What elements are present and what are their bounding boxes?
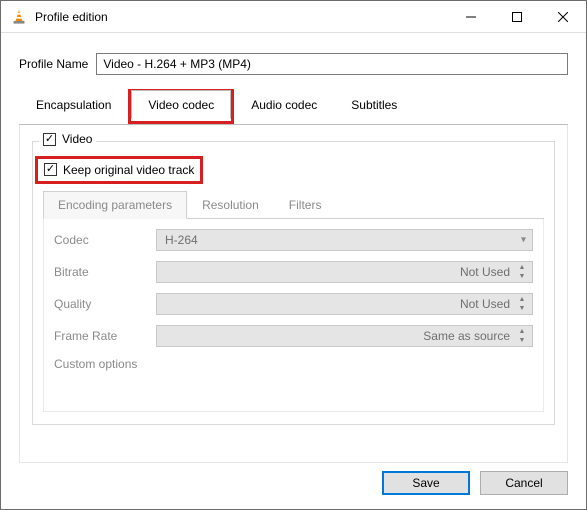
spinner-arrows-icon: ▲▼ bbox=[514, 327, 530, 345]
framerate-row: Frame Rate Same as source ▲▼ bbox=[54, 325, 533, 347]
highlight-keep-original: Keep original video track bbox=[35, 156, 203, 184]
codec-row: Codec H-264 ▾ bbox=[54, 229, 533, 251]
subtab-encoding[interactable]: Encoding parameters bbox=[43, 191, 187, 219]
codec-label: Codec bbox=[54, 233, 156, 247]
video-fieldset: Video Keep original video track Encoding… bbox=[32, 141, 555, 425]
tab-bar: Encapsulation Video codec Audio codec Su… bbox=[19, 89, 568, 125]
dialog-buttons: Save Cancel bbox=[382, 471, 568, 495]
titlebar: Profile edition bbox=[1, 1, 586, 33]
close-button[interactable] bbox=[540, 1, 586, 33]
quality-spinner: Not Used ▲▼ bbox=[156, 293, 533, 315]
cancel-button[interactable]: Cancel bbox=[480, 471, 568, 495]
video-codec-panel: Video Keep original video track Encoding… bbox=[19, 125, 568, 463]
framerate-label: Frame Rate bbox=[54, 329, 156, 343]
keep-original-row: Keep original video track bbox=[43, 156, 544, 184]
codec-select: H-264 ▾ bbox=[156, 229, 533, 251]
bitrate-spinner: Not Used ▲▼ bbox=[156, 261, 533, 283]
keep-original-checkbox[interactable] bbox=[44, 163, 57, 176]
tab-audio-codec[interactable]: Audio codec bbox=[234, 90, 334, 125]
subtab-resolution[interactable]: Resolution bbox=[187, 191, 274, 219]
profile-name-label: Profile Name bbox=[19, 57, 88, 71]
video-legend: Video bbox=[39, 132, 96, 146]
video-legend-label: Video bbox=[62, 132, 92, 146]
save-button[interactable]: Save bbox=[382, 471, 470, 495]
profile-name-input[interactable] bbox=[96, 53, 568, 75]
video-checkbox[interactable] bbox=[43, 133, 56, 146]
profile-name-row: Profile Name bbox=[19, 53, 568, 75]
vlc-icon bbox=[11, 9, 27, 25]
custom-options-label: Custom options bbox=[54, 357, 156, 371]
quality-row: Quality Not Used ▲▼ bbox=[54, 293, 533, 315]
bitrate-label: Bitrate bbox=[54, 265, 156, 279]
bitrate-value: Not Used bbox=[460, 265, 510, 279]
codec-value: H-264 bbox=[165, 233, 198, 247]
tab-subtitles[interactable]: Subtitles bbox=[334, 90, 414, 125]
tab-encapsulation[interactable]: Encapsulation bbox=[19, 90, 128, 125]
custom-options-row: Custom options bbox=[54, 357, 533, 371]
bitrate-row: Bitrate Not Used ▲▼ bbox=[54, 261, 533, 283]
dialog-content: Profile Name Encapsulation Video codec A… bbox=[1, 33, 586, 463]
quality-label: Quality bbox=[54, 297, 156, 311]
subtab-bar: Encoding parameters Resolution Filters bbox=[43, 190, 544, 219]
maximize-button[interactable] bbox=[494, 1, 540, 33]
subtab-filters[interactable]: Filters bbox=[274, 191, 337, 219]
quality-value: Not Used bbox=[460, 297, 510, 311]
keep-original-label: Keep original video track bbox=[63, 163, 194, 177]
window-title: Profile edition bbox=[35, 9, 448, 24]
framerate-value: Same as source bbox=[423, 329, 510, 343]
highlight-video-tab: Video codec bbox=[128, 89, 234, 124]
minimize-button[interactable] bbox=[448, 1, 494, 33]
chevron-down-icon: ▾ bbox=[521, 235, 526, 246]
encoding-panel: Codec H-264 ▾ Bitrate Not Used ▲▼ Qualit… bbox=[43, 219, 544, 412]
spinner-arrows-icon: ▲▼ bbox=[514, 263, 530, 281]
framerate-spinner: Same as source ▲▼ bbox=[156, 325, 533, 347]
spinner-arrows-icon: ▲▼ bbox=[514, 295, 530, 313]
tab-video-codec[interactable]: Video codec bbox=[131, 90, 231, 119]
